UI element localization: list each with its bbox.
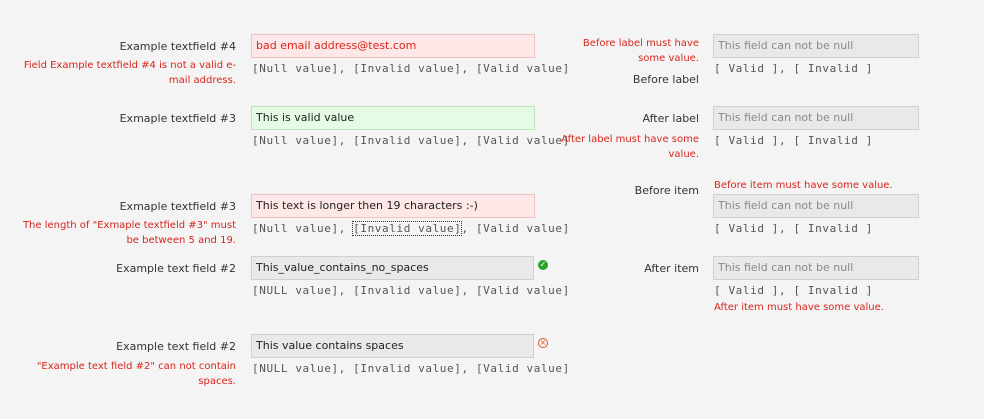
validation-error: Field Example textfield #4 is not a vali… — [23, 60, 236, 86]
validation-error: After item must have some value. — [714, 302, 884, 313]
valid-link[interactable]: [ Valid ] — [714, 284, 779, 297]
value-links: [ Valid ], [ Invalid ] — [714, 62, 873, 75]
length-textfield[interactable]: This text is longer then 19 characters :… — [251, 194, 535, 218]
check-icon: ✓ — [538, 260, 548, 270]
valid-link[interactable]: [ Valid ] — [714, 134, 779, 147]
value-links: [NULL value], [Invalid value], [Valid va… — [252, 362, 570, 375]
valid-value-link[interactable]: [Valid value] — [476, 362, 570, 375]
validation-error: Before label must have some value. — [582, 38, 699, 64]
null-value-link[interactable]: [Null value] — [252, 222, 339, 235]
no-spaces-textfield[interactable]: This_value_contains_no_spaces — [251, 256, 534, 280]
field-label: Exmaple textfield #3 — [119, 200, 236, 213]
error-icon: × — [538, 338, 548, 348]
valid-link[interactable]: [ Valid ] — [714, 62, 779, 75]
after-item-field[interactable]: This field can not be null — [713, 256, 919, 280]
validation-error: After label must have some value. — [561, 134, 699, 160]
valid-link[interactable]: [ Valid ] — [714, 222, 779, 235]
invalid-link[interactable]: [ Invalid ] — [793, 222, 872, 235]
invalid-link[interactable]: [ Invalid ] — [793, 134, 872, 147]
valid-value-link[interactable]: [Valid value] — [476, 222, 570, 235]
value-links: [ Valid ], [ Invalid ] — [714, 222, 873, 235]
null-value-link[interactable]: [Null value] — [252, 134, 339, 147]
value-links: [ Valid ], [ Invalid ] — [714, 134, 873, 147]
invalid-value-link[interactable]: [Invalid value] — [353, 134, 461, 147]
value-links: [Null value], [Invalid value], [Valid va… — [252, 221, 570, 236]
field-label: After item — [644, 262, 699, 275]
field-label: Example textfield #4 — [119, 40, 236, 53]
value-links: [ Valid ], [ Invalid ] — [714, 284, 873, 297]
validation-error: "Example text field #2" can not contain … — [36, 361, 236, 387]
field-label: Example text field #2 — [116, 340, 236, 353]
invalid-link[interactable]: [ Invalid ] — [793, 284, 872, 297]
no-spaces-textfield[interactable]: This value contains spaces — [251, 334, 534, 358]
invalid-link[interactable]: [ Invalid ] — [793, 62, 872, 75]
invalid-value-link[interactable]: [Invalid value] — [353, 284, 461, 297]
before-item-field[interactable]: This field can not be null — [713, 194, 919, 218]
field-label: Exmaple textfield #3 — [119, 112, 236, 125]
invalid-value-link[interactable]: [Invalid value] — [352, 221, 463, 236]
validation-error: The length of "Exmaple textfield #3" mus… — [22, 220, 236, 246]
after-label-field[interactable]: This field can not be null — [713, 106, 919, 130]
null-value-link[interactable]: [Null value] — [252, 62, 339, 75]
value-links: [NULL value], [Invalid value], [Valid va… — [252, 284, 570, 297]
field-label: Before label — [632, 73, 699, 86]
valid-value-link[interactable]: [Valid value] — [476, 284, 570, 297]
before-label-field[interactable]: This field can not be null — [713, 34, 919, 58]
field-label: Example text field #2 — [116, 262, 236, 275]
invalid-value-link[interactable]: [Invalid value] — [353, 62, 461, 75]
invalid-value-link[interactable]: [Invalid value] — [353, 362, 461, 375]
field-label: Before item — [634, 184, 699, 197]
null-value-link[interactable]: [NULL value] — [252, 362, 339, 375]
email-textfield[interactable]: bad email address@test.com — [251, 34, 535, 58]
null-value-link[interactable]: [NULL value] — [252, 284, 339, 297]
field-label: After label — [642, 112, 699, 125]
validation-error: Before item must have some value. — [714, 180, 893, 191]
length-textfield[interactable]: This is valid value — [251, 106, 535, 130]
